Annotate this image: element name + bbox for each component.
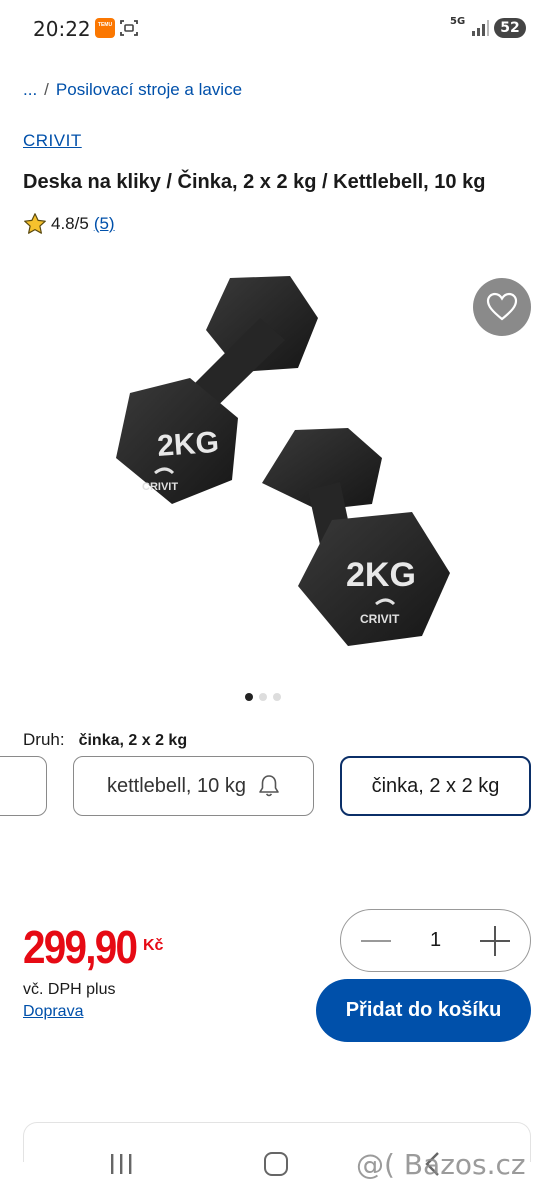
increase-quantity-button[interactable] [478, 924, 512, 958]
home-icon[interactable] [264, 1152, 288, 1176]
plus-icon [480, 925, 510, 956]
breadcrumb-category-link[interactable]: Posilovací stroje a lavice [56, 80, 242, 99]
quantity-value[interactable]: 1 [430, 929, 441, 952]
carousel-dot-1[interactable] [245, 693, 253, 701]
variant-option-dumbbell-label: činka, 2 x 2 kg [371, 774, 500, 797]
breadcrumb-ellipsis[interactable]: ... [23, 80, 37, 99]
dumbbell-back-brand: CRIVIT [142, 481, 178, 493]
product-rating: 4.8/5 (5) [23, 211, 115, 237]
variant-option-kettlebell[interactable]: kettlebell, 10 kg [73, 756, 314, 816]
dumbbell-back-weight: 2KG [156, 426, 220, 463]
carousel-dot-2[interactable] [259, 693, 267, 701]
variant-label-row: Druh: činka, 2 x 2 kg [23, 730, 187, 750]
wishlist-button[interactable] [473, 278, 531, 336]
dumbbell-front: 2KG CRIVIT [262, 428, 450, 646]
status-bar: 20:22 TEMU 5G 52 [0, 0, 554, 50]
rating-value: 4.8/5 [51, 214, 89, 233]
product-image[interactable]: 2KG CRIVIT 2KG CRIVIT [100, 268, 460, 658]
variant-selected-value: činka, 2 x 2 kg [78, 732, 188, 749]
add-to-cart-button[interactable]: Přidat do košíku [316, 979, 531, 1042]
dumbbell-front-weight: 2KG [346, 556, 416, 594]
product-price: 299,90 [23, 921, 138, 973]
screenshot-icon [120, 20, 138, 36]
shipping-link[interactable]: Doprava [23, 1003, 83, 1021]
carousel-dots [245, 693, 281, 701]
decrease-quantity-button[interactable] [359, 924, 393, 958]
review-count-link[interactable]: (5) [94, 214, 115, 234]
heart-icon [486, 292, 518, 321]
variant-option-kettlebell-label: kettlebell, 10 kg [107, 774, 246, 797]
variant-option-dumbbell[interactable]: činka, 2 x 2 kg [340, 756, 531, 816]
breadcrumb-separator: / [44, 80, 49, 99]
recent-apps-icon[interactable] [108, 1152, 134, 1176]
temu-app-icon: TEMU [95, 18, 115, 38]
quantity-stepper: 1 [340, 909, 531, 972]
bazos-watermark: @( Bazos.cz [356, 1148, 526, 1181]
status-time: 20:22 [33, 17, 91, 41]
bell-icon [259, 775, 279, 797]
breadcrumb: ... / Posilovací stroje a lavice [23, 80, 242, 100]
variant-option-hidden[interactable] [0, 756, 47, 816]
carousel-dot-3[interactable] [273, 693, 281, 701]
vat-note: vč. DPH plus [23, 981, 116, 998]
product-title: Deska na kliky / Činka, 2 x 2 kg / Kettl… [23, 171, 486, 193]
price-currency: Kč [143, 937, 164, 954]
minus-icon [361, 939, 391, 942]
temu-icon-label: TEMU [97, 22, 113, 28]
variant-label: Druh: [23, 730, 65, 749]
battery-indicator: 52 [494, 18, 526, 38]
network-type: 5G [450, 16, 466, 27]
dumbbell-front-brand: CRIVIT [360, 612, 400, 626]
signal-icon [472, 20, 489, 36]
brand-link[interactable]: CRIVIT [23, 131, 82, 151]
star-icon [24, 213, 46, 234]
